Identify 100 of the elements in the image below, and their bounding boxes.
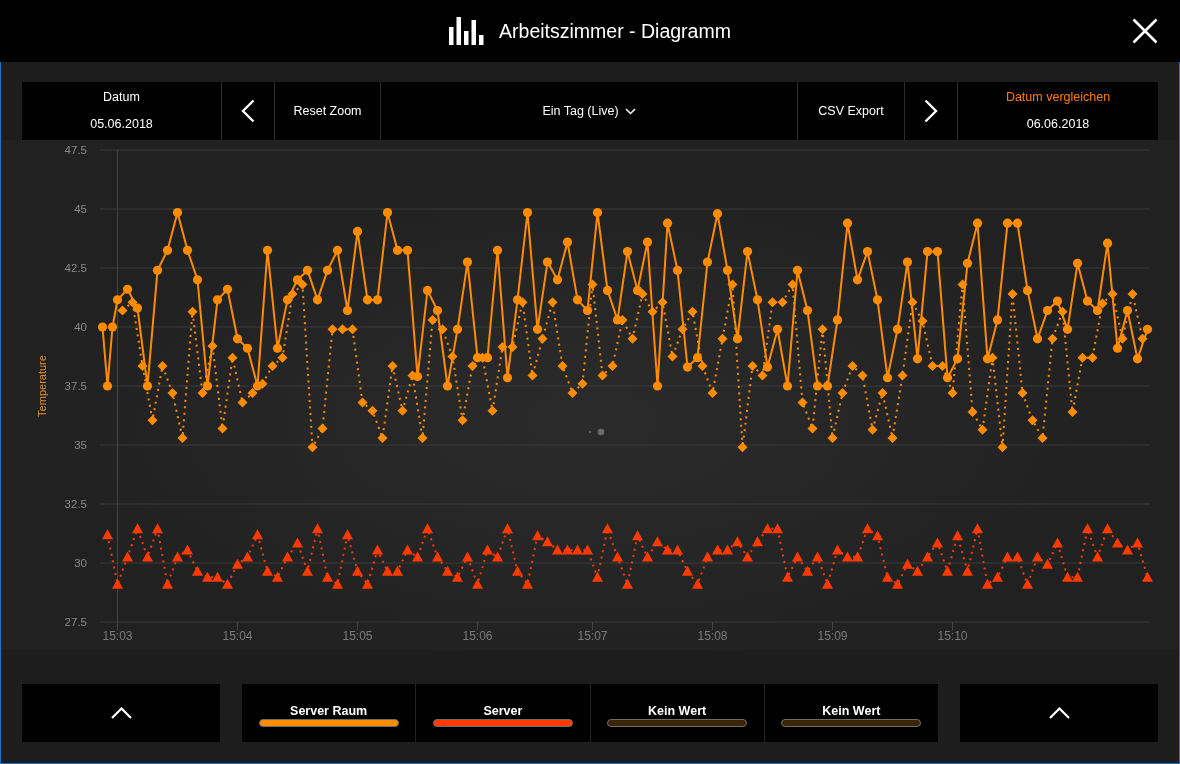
data-point <box>422 523 433 534</box>
data-point <box>367 405 378 416</box>
data-point <box>812 381 823 391</box>
legend-item[interactable]: Kein Wert <box>764 684 938 742</box>
data-point <box>297 279 308 290</box>
previous-button[interactable] <box>222 82 274 140</box>
data-point <box>1112 537 1123 548</box>
data-point <box>342 305 353 316</box>
data-point <box>652 536 663 547</box>
data-point <box>697 360 708 371</box>
data-point <box>1017 388 1028 399</box>
data-point <box>802 305 813 316</box>
data-point <box>427 314 438 325</box>
data-point <box>672 544 683 555</box>
data-point <box>482 544 493 555</box>
data-point <box>777 297 788 308</box>
data-point <box>532 530 543 541</box>
data-point <box>202 381 213 391</box>
data-point <box>912 354 923 364</box>
data-point <box>1012 551 1023 562</box>
data-point <box>767 297 778 308</box>
y-axis-title: Temperature <box>36 355 48 417</box>
data-point <box>742 246 753 257</box>
y-axis-label: 32.5 <box>64 498 87 510</box>
reset-zoom-button[interactable]: Reset Zoom <box>275 82 380 140</box>
data-point <box>112 578 123 589</box>
data-point <box>442 565 453 576</box>
data-point <box>372 544 383 555</box>
legend-item[interactable]: Server <box>416 684 590 742</box>
data-point <box>542 257 553 267</box>
data-point <box>912 565 923 576</box>
data-point <box>642 551 653 562</box>
data-point <box>757 370 768 381</box>
data-point <box>1062 571 1073 582</box>
data-point <box>567 388 578 399</box>
data-point <box>932 246 943 257</box>
data-point <box>362 578 373 589</box>
data-point <box>237 397 248 408</box>
data-point <box>892 324 903 334</box>
data-point <box>502 523 513 534</box>
data-point <box>1007 288 1018 299</box>
data-point <box>197 388 208 399</box>
legend-item[interactable]: Server Raum <box>242 684 416 742</box>
data-point <box>992 571 1003 582</box>
data-point <box>762 523 773 534</box>
data-point <box>702 551 713 562</box>
x-axis-label: 15:10 <box>937 629 968 643</box>
data-point <box>212 571 223 582</box>
y-axis-label: 37.5 <box>64 380 87 392</box>
data-point <box>547 297 558 308</box>
data-point <box>282 295 293 305</box>
data-point <box>677 324 688 335</box>
data-point <box>317 423 328 434</box>
data-point <box>792 265 803 275</box>
data-point <box>1092 551 1103 562</box>
data-point <box>522 578 533 589</box>
data-point <box>1032 334 1043 344</box>
data-point <box>772 324 783 334</box>
data-point <box>1122 544 1133 555</box>
data-point <box>862 523 873 534</box>
x-axis-label: 15:08 <box>697 629 728 643</box>
y-axis-label: 45 <box>74 203 87 215</box>
data-point <box>832 544 843 555</box>
data-point <box>1022 285 1033 295</box>
data-point <box>667 351 678 362</box>
data-point <box>382 207 393 218</box>
range-dropdown[interactable]: Ein Tag (Live) <box>381 82 797 140</box>
data-point <box>1142 324 1153 334</box>
data-point <box>152 523 163 534</box>
next-button[interactable] <box>905 82 957 140</box>
data-point <box>727 279 738 290</box>
close-icon <box>1132 18 1158 44</box>
data-point <box>512 565 523 576</box>
data-point <box>497 342 508 353</box>
data-point <box>592 571 603 582</box>
data-point <box>662 544 673 555</box>
date-picker[interactable]: Datum 05.06.2018 <box>22 82 221 140</box>
csv-export-button[interactable]: CSV Export <box>798 82 904 140</box>
data-point <box>882 373 893 383</box>
data-point <box>1032 551 1043 562</box>
data-point <box>1087 352 1098 363</box>
data-point <box>1047 333 1058 344</box>
data-point <box>732 334 743 344</box>
data-point <box>1127 288 1138 299</box>
data-point <box>312 523 323 534</box>
y-axis-label: 27.5 <box>64 616 87 628</box>
data-point <box>242 551 253 562</box>
data-point <box>1112 343 1123 353</box>
data-point <box>887 432 898 443</box>
close-button[interactable] <box>1132 18 1158 44</box>
data-point <box>637 288 648 299</box>
data-point <box>377 432 388 443</box>
legend-item[interactable]: Kein Wert <box>590 684 764 742</box>
data-point <box>462 257 473 267</box>
compare-date-picker[interactable]: Datum vergleichen 06.06.2018 <box>958 82 1158 140</box>
data-point <box>872 530 883 541</box>
data-point <box>227 352 238 363</box>
data-point <box>867 424 878 435</box>
y-axis-label: 47.5 <box>64 144 87 156</box>
data-point <box>1052 537 1063 548</box>
